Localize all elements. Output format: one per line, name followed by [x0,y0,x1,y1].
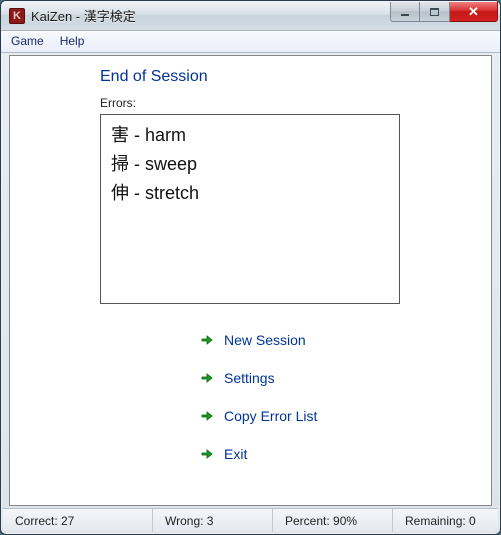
statusbar: Correct: 27 Wrong: 3 Percent: 90% Remain… [3,508,498,532]
app-icon: K [9,8,25,24]
settings-button[interactable]: Settings [200,370,491,386]
close-button[interactable]: ✕ [450,2,498,22]
new-session-button[interactable]: New Session [200,332,491,348]
status-wrong: Wrong: 3 [153,509,273,532]
titlebar[interactable]: K KaiZen - 漢字検定 ✕ [1,1,500,31]
menu-game[interactable]: Game [3,32,52,51]
action-label: Exit [224,446,247,462]
status-percent: Percent: 90% [273,509,393,532]
action-label: Copy Error List [224,408,317,424]
errors-list: 害 - harm 掃 - sweep 伸 - stretch [100,114,400,304]
status-correct: Correct: 27 [3,509,153,532]
error-item: 害 - harm [111,121,389,150]
copy-error-list-button[interactable]: Copy Error List [200,408,491,424]
app-window: K KaiZen - 漢字検定 ✕ Game Help End of Sessi… [0,0,501,535]
menubar: Game Help [1,31,500,53]
client-area: End of Session Errors: 害 - harm 掃 - swee… [9,55,492,506]
status-remaining: Remaining: 0 [393,509,498,532]
arrow-right-icon [200,371,214,385]
exit-button[interactable]: Exit [200,446,491,462]
menu-help[interactable]: Help [52,32,93,51]
arrow-right-icon [200,333,214,347]
arrow-right-icon [200,447,214,461]
window-controls: ✕ [390,2,498,22]
actions-group: New Session Settings Copy Error List Exi… [200,332,491,462]
maximize-button[interactable] [420,2,450,22]
error-item: 掃 - sweep [111,150,389,179]
errors-label: Errors: [100,96,491,110]
minimize-button[interactable] [390,2,420,22]
arrow-right-icon [200,409,214,423]
action-label: New Session [224,332,306,348]
session-heading: End of Session [100,68,491,86]
action-label: Settings [224,370,275,386]
error-item: 伸 - stretch [111,179,389,208]
